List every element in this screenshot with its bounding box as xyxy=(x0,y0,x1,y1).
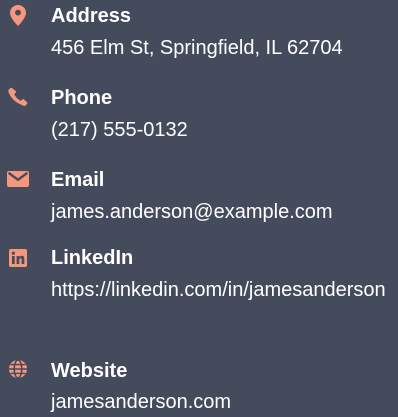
contact-label-email: Email xyxy=(51,169,105,191)
contact-value-email: james.anderson@example.com xyxy=(51,201,333,223)
globe-icon xyxy=(7,358,29,380)
linkedin-icon xyxy=(7,247,29,269)
contact-value-website: jamesanderson.com xyxy=(51,391,232,413)
contact-value-linkedin: https://linkedin.com/in/jamesanderson xyxy=(51,279,386,301)
contact-label-linkedin: LinkedIn xyxy=(51,247,134,269)
contact-label-phone: Phone xyxy=(51,87,113,109)
map-pin-icon xyxy=(7,4,29,26)
contact-label-address: Address xyxy=(51,5,132,27)
contact-list: Address 456 Elm St, Springfield, IL 6270… xyxy=(0,0,398,417)
contact-label-website: Website xyxy=(51,360,128,382)
phone-icon xyxy=(7,86,29,108)
contact-value-address: 456 Elm St, Springfield, IL 62704 xyxy=(51,37,343,59)
envelope-icon xyxy=(7,168,29,190)
contact-value-phone: (217) 555-0132 xyxy=(51,119,188,141)
